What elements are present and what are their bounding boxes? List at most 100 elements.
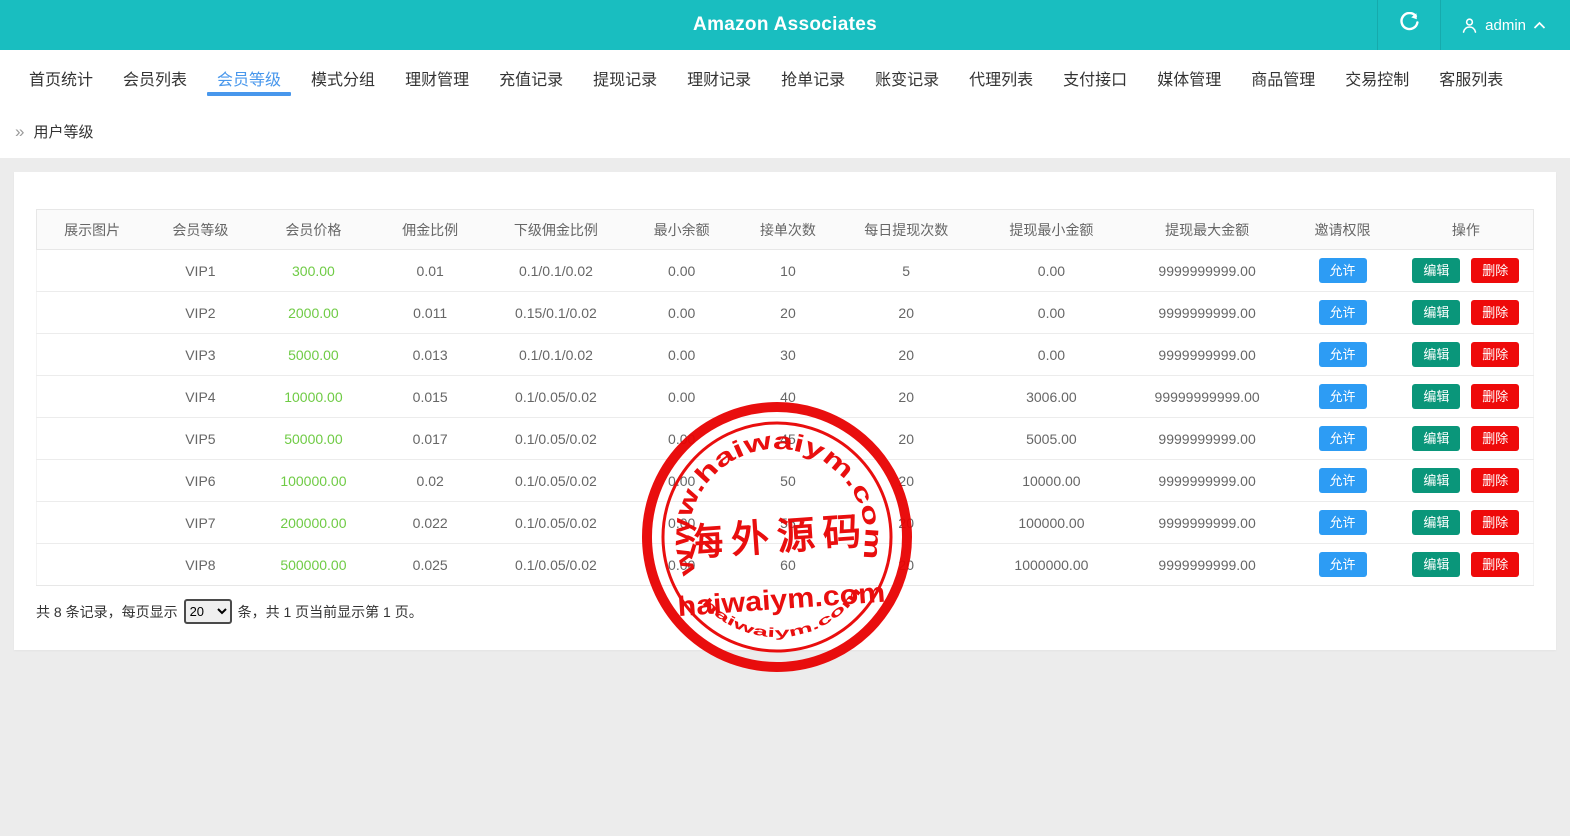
cell-level: VIP1 bbox=[147, 250, 253, 292]
cell-min-balance: 0.00 bbox=[625, 292, 739, 334]
edit-button[interactable]: 编辑 bbox=[1412, 384, 1460, 409]
cell-min-balance: 0.00 bbox=[625, 544, 739, 586]
delete-button[interactable]: 删除 bbox=[1471, 300, 1519, 325]
table-body: VIP1 300.00 0.01 0.1/0.1/0.02 0.00 10 5 … bbox=[37, 250, 1534, 586]
column-header: 接单次数 bbox=[739, 210, 838, 250]
column-header: 下级佣金比例 bbox=[487, 210, 625, 250]
cell-invite-permission: 允许 bbox=[1286, 250, 1398, 292]
delete-button[interactable]: 删除 bbox=[1471, 468, 1519, 493]
table-header-row: 展示图片 会员等级 会员价格 佣金比例 下级佣金比例 最小余额 接单次数 每日提… bbox=[37, 210, 1534, 250]
cell-max-withdraw: 9999999999.00 bbox=[1128, 502, 1287, 544]
delete-button[interactable]: 删除 bbox=[1471, 384, 1519, 409]
user-menu[interactable]: admin bbox=[1441, 0, 1570, 50]
cell-sub-commission: 0.1/0.1/0.02 bbox=[487, 250, 625, 292]
nav-tab-agent-list[interactable]: 代理列表 bbox=[954, 50, 1048, 105]
cell-level: VIP6 bbox=[147, 460, 253, 502]
cell-orders: 55 bbox=[739, 502, 838, 544]
cell-daily-withdrawals: 20 bbox=[837, 460, 975, 502]
nav-tab-customer-service-list[interactable]: 客服列表 bbox=[1424, 50, 1518, 105]
cell-price: 50000.00 bbox=[254, 418, 374, 460]
delete-button[interactable]: 删除 bbox=[1471, 510, 1519, 535]
edit-button[interactable]: 编辑 bbox=[1412, 510, 1460, 535]
cell-sub-commission: 0.1/0.05/0.02 bbox=[487, 376, 625, 418]
cell-commission: 0.022 bbox=[373, 502, 487, 544]
cell-daily-withdrawals: 20 bbox=[837, 334, 975, 376]
nav-tab-mode-group[interactable]: 模式分组 bbox=[296, 50, 390, 105]
nav-tab-payment-api[interactable]: 支付接口 bbox=[1048, 50, 1142, 105]
allow-button[interactable]: 允许 bbox=[1319, 510, 1367, 535]
cell-level: VIP3 bbox=[147, 334, 253, 376]
cell-max-withdraw: 9999999999.00 bbox=[1128, 544, 1287, 586]
column-header: 提现最小金额 bbox=[975, 210, 1128, 250]
nav-tab-grab-order-records[interactable]: 抢单记录 bbox=[766, 50, 860, 105]
cell-image bbox=[37, 250, 148, 292]
cell-invite-permission: 允许 bbox=[1286, 544, 1398, 586]
user-name: admin bbox=[1485, 17, 1526, 34]
nav-tab-home-stats[interactable]: 首页统计 bbox=[14, 50, 108, 105]
cell-image bbox=[37, 502, 148, 544]
cell-actions: 编辑 删除 bbox=[1399, 292, 1534, 334]
edit-button[interactable]: 编辑 bbox=[1412, 468, 1460, 493]
nav-tab-recharge-records[interactable]: 充值记录 bbox=[484, 50, 578, 105]
allow-button[interactable]: 允许 bbox=[1319, 552, 1367, 577]
refresh-icon bbox=[1399, 12, 1420, 38]
edit-button[interactable]: 编辑 bbox=[1412, 258, 1460, 283]
allow-button[interactable]: 允许 bbox=[1319, 258, 1367, 283]
nav-tab-product-manage[interactable]: 商品管理 bbox=[1236, 50, 1330, 105]
nav-tab-media-manage[interactable]: 媒体管理 bbox=[1142, 50, 1236, 105]
cell-orders: 30 bbox=[739, 334, 838, 376]
cell-actions: 编辑 删除 bbox=[1399, 544, 1534, 586]
page-size-select[interactable]: 20 bbox=[184, 599, 232, 624]
edit-button[interactable]: 编辑 bbox=[1412, 300, 1460, 325]
refresh-button[interactable] bbox=[1377, 0, 1441, 50]
column-header: 会员等级 bbox=[147, 210, 253, 250]
cell-actions: 编辑 删除 bbox=[1399, 376, 1534, 418]
table-row: VIP1 300.00 0.01 0.1/0.1/0.02 0.00 10 5 … bbox=[37, 250, 1534, 292]
allow-button[interactable]: 允许 bbox=[1319, 300, 1367, 325]
nav-tab-finance-records[interactable]: 理财记录 bbox=[672, 50, 766, 105]
cell-price: 500000.00 bbox=[254, 544, 374, 586]
allow-button[interactable]: 允许 bbox=[1319, 426, 1367, 451]
table-row: VIP5 50000.00 0.017 0.1/0.05/0.02 0.00 4… bbox=[37, 418, 1534, 460]
cell-level: VIP4 bbox=[147, 376, 253, 418]
nav-tab-trade-control[interactable]: 交易控制 bbox=[1330, 50, 1424, 105]
cell-daily-withdrawals: 20 bbox=[837, 418, 975, 460]
nav-tab-withdraw-records[interactable]: 提现记录 bbox=[578, 50, 672, 105]
table-row: VIP2 2000.00 0.011 0.15/0.1/0.02 0.00 20… bbox=[37, 292, 1534, 334]
nav-tab-member-level[interactable]: 会员等级 bbox=[202, 50, 296, 105]
cell-actions: 编辑 删除 bbox=[1399, 418, 1534, 460]
cell-price: 10000.00 bbox=[254, 376, 374, 418]
delete-button[interactable]: 删除 bbox=[1471, 426, 1519, 451]
cell-image bbox=[37, 544, 148, 586]
cell-min-withdraw: 5005.00 bbox=[975, 418, 1128, 460]
cell-image bbox=[37, 334, 148, 376]
cell-image bbox=[37, 376, 148, 418]
delete-button[interactable]: 删除 bbox=[1471, 342, 1519, 367]
cell-orders: 50 bbox=[739, 460, 838, 502]
table-row: VIP7 200000.00 0.022 0.1/0.05/0.02 0.00 … bbox=[37, 502, 1534, 544]
nav-tab-balance-change-records[interactable]: 账变记录 bbox=[860, 50, 954, 105]
cell-price: 200000.00 bbox=[254, 502, 374, 544]
cell-sub-commission: 0.1/0.05/0.02 bbox=[487, 460, 625, 502]
edit-button[interactable]: 编辑 bbox=[1412, 342, 1460, 367]
cell-level: VIP5 bbox=[147, 418, 253, 460]
cell-invite-permission: 允许 bbox=[1286, 502, 1398, 544]
cell-commission: 0.025 bbox=[373, 544, 487, 586]
cell-min-balance: 0.00 bbox=[625, 502, 739, 544]
delete-button[interactable]: 删除 bbox=[1471, 552, 1519, 577]
chevron-up-icon bbox=[1533, 21, 1546, 30]
cell-daily-withdrawals: 20 bbox=[837, 544, 975, 586]
cell-orders: 40 bbox=[739, 376, 838, 418]
column-header: 每日提现次数 bbox=[837, 210, 975, 250]
allow-button[interactable]: 允许 bbox=[1319, 384, 1367, 409]
edit-button[interactable]: 编辑 bbox=[1412, 552, 1460, 577]
allow-button[interactable]: 允许 bbox=[1319, 342, 1367, 367]
delete-button[interactable]: 删除 bbox=[1471, 258, 1519, 283]
cell-daily-withdrawals: 20 bbox=[837, 376, 975, 418]
cell-invite-permission: 允许 bbox=[1286, 334, 1398, 376]
edit-button[interactable]: 编辑 bbox=[1412, 426, 1460, 451]
cell-min-withdraw: 10000.00 bbox=[975, 460, 1128, 502]
nav-tab-member-list[interactable]: 会员列表 bbox=[108, 50, 202, 105]
allow-button[interactable]: 允许 bbox=[1319, 468, 1367, 493]
nav-tab-finance-manage[interactable]: 理财管理 bbox=[390, 50, 484, 105]
